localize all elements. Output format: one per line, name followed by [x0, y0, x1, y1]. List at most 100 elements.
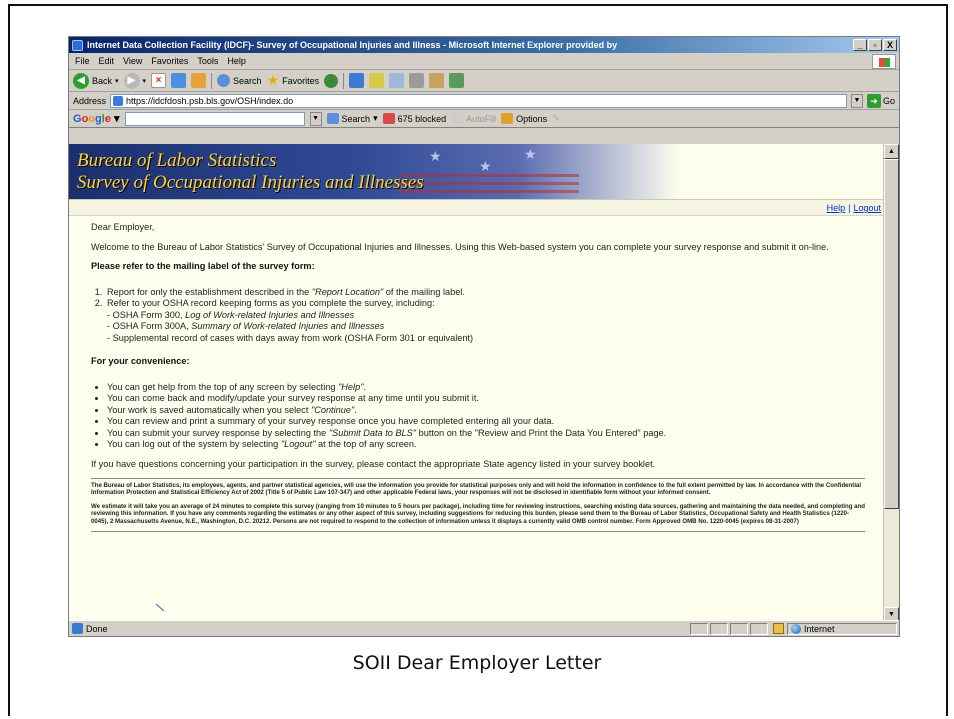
autofill-button[interactable]: AutoFill [451, 113, 496, 124]
menu-file[interactable]: File [75, 56, 90, 66]
minimize-button[interactable]: _ [853, 39, 867, 51]
logout-link[interactable]: Logout [853, 203, 881, 213]
google-search-input[interactable] [124, 111, 305, 126]
welcome-text: Welcome to the Bureau of Labor Statistic… [91, 241, 829, 252]
address-input[interactable]: https://idcfdosh.psb.bls.gov/OSH/index.d… [110, 93, 847, 108]
options-button[interactable]: Options [501, 113, 547, 124]
pencil-icon[interactable]: ✎ [552, 113, 560, 124]
list-item: You can submit your survey response by s… [107, 428, 865, 440]
convenience-list: You can get help from the top of any scr… [107, 382, 865, 451]
window-title: Internet Data Collection Facility (IDCF)… [87, 40, 618, 50]
globe-icon [791, 623, 801, 634]
scroll-up-icon[interactable]: ▲ [884, 144, 899, 159]
windows-logo-icon [872, 54, 896, 69]
address-bar: Address https://idcfdosh.psb.bls.gov/OSH… [69, 92, 899, 110]
status-text: Done [86, 623, 108, 634]
forward-dropdown-icon[interactable]: ▾ [143, 77, 147, 85]
banner-star-icon: ★ [479, 158, 492, 174]
print-icon[interactable] [389, 73, 405, 88]
close-button[interactable]: X [883, 39, 897, 51]
messenger-icon[interactable] [449, 73, 465, 88]
favorites-button[interactable]: ★ Favorites [267, 72, 320, 89]
vertical-scrollbar[interactable]: ▲ ▼ [883, 144, 899, 622]
bls-banner: ★ ★ ★ Bureau of Labor Statistics Survey … [69, 144, 885, 200]
ssl-lock-icon[interactable] [773, 623, 784, 634]
questions-text: If you have questions concerning your pa… [91, 458, 656, 469]
autofill-label: AutoFill [466, 113, 497, 124]
list-item: Report for only the establishment descri… [105, 287, 865, 299]
standard-toolbar: ◀ Back ▾ ▶ ▾ × Search ★ Favorites [69, 70, 899, 92]
letter-content: Dear Employer, Welcome to the Bureau of … [69, 216, 885, 533]
favorites-label: Favorites [282, 75, 320, 86]
edit-icon[interactable] [409, 73, 425, 88]
media-icon[interactable] [324, 73, 339, 88]
legal-notice: The Bureau of Labor Statistics, its empl… [91, 478, 865, 525]
google-dropdown-icon[interactable]: ▼ [309, 111, 322, 126]
forward-button[interactable]: ▶ ▾ [123, 72, 147, 89]
search-button[interactable]: Search [217, 74, 262, 87]
scroll-thumb[interactable] [884, 159, 899, 509]
menu-view[interactable]: View [123, 56, 142, 66]
greeting: Dear Employer, [91, 222, 155, 232]
zone-label: Internet [804, 623, 835, 634]
go-arrow-icon: ➜ [866, 93, 881, 108]
favorites-star-icon: ★ [266, 72, 280, 88]
go-label: Go [882, 95, 895, 106]
menu-edit[interactable]: Edit [99, 56, 115, 66]
page-done-icon [72, 623, 83, 634]
banner-title-line2: Survey of Occupational Injuries and Illn… [77, 172, 424, 193]
back-dropdown-icon[interactable]: ▾ [115, 77, 119, 85]
history-icon[interactable] [349, 73, 365, 88]
popup-blocked-icon [382, 113, 395, 124]
status-bar: Done Internet [69, 620, 899, 636]
blocked-count: 675 blocked [397, 113, 447, 124]
list-item: You can log out of the system by selecti… [107, 439, 865, 451]
back-arrow-icon: ◀ [73, 72, 89, 89]
confidentiality-notice: The Bureau of Labor Statistics, its empl… [91, 482, 862, 497]
maximize-button[interactable]: ▫ [868, 39, 882, 51]
title-bar: Internet Data Collection Facility (IDCF)… [69, 37, 899, 53]
google-search-label: Search [341, 113, 371, 124]
menu-tools[interactable]: Tools [197, 56, 218, 66]
address-dropdown-icon[interactable]: ▼ [850, 93, 863, 108]
page-icon [113, 95, 124, 106]
popup-blocker-button[interactable]: 675 blocked [382, 113, 447, 124]
stop-icon[interactable]: × [151, 73, 167, 88]
burden-statement: We estimate it will take you an average … [91, 502, 865, 525]
banner-star-icon: ★ [524, 146, 537, 162]
status-panel [710, 622, 728, 635]
address-url: https://idcfdosh.psb.bls.gov/OSH/index.d… [126, 95, 294, 106]
toolbar-separator-2 [343, 72, 345, 89]
mail-icon[interactable] [369, 73, 385, 88]
back-button[interactable]: ◀ Back ▾ [73, 72, 119, 89]
menu-bar: File Edit View Favorites Tools Help [69, 53, 899, 70]
page-viewport: ★ ★ ★ Bureau of Labor Statistics Survey … [69, 144, 885, 622]
menu-help[interactable]: Help [227, 56, 246, 66]
toolbar-separator [211, 72, 213, 89]
address-label: Address [73, 95, 107, 106]
browser-window: Internet Data Collection Facility (IDCF)… [68, 36, 900, 637]
list-item: Your work is saved automatically when yo… [107, 405, 865, 417]
options-label: Options [516, 113, 548, 124]
help-logout-links: Help | Logout [69, 200, 885, 216]
menu-favorites[interactable]: Favorites [151, 56, 188, 66]
search-label: Search [233, 75, 262, 86]
status-panel [690, 622, 708, 635]
forward-arrow-icon: ▶ [123, 72, 140, 89]
status-panel [750, 622, 768, 635]
divider [91, 531, 865, 533]
security-zone[interactable]: Internet [787, 622, 897, 635]
go-button[interactable]: ➜ Go [866, 93, 895, 108]
autofill-icon [451, 113, 464, 124]
options-icon [501, 113, 514, 124]
help-link[interactable]: Help [827, 203, 846, 213]
discuss-icon[interactable] [429, 73, 445, 88]
google-toolbar: Google ▾ ▼ Search ▾ 675 blocked AutoFill… [69, 110, 899, 128]
slide-caption: SOII Dear Employer Letter [352, 652, 602, 674]
list-item: Refer to your OSHA record keeping forms … [105, 298, 865, 344]
home-icon[interactable] [191, 73, 207, 88]
list-item: You can review and print a summary of yo… [107, 416, 865, 428]
google-search-button[interactable]: Search ▾ [326, 113, 378, 124]
refresh-icon[interactable] [171, 73, 187, 88]
google-logo[interactable]: Google ▾ [73, 112, 120, 125]
